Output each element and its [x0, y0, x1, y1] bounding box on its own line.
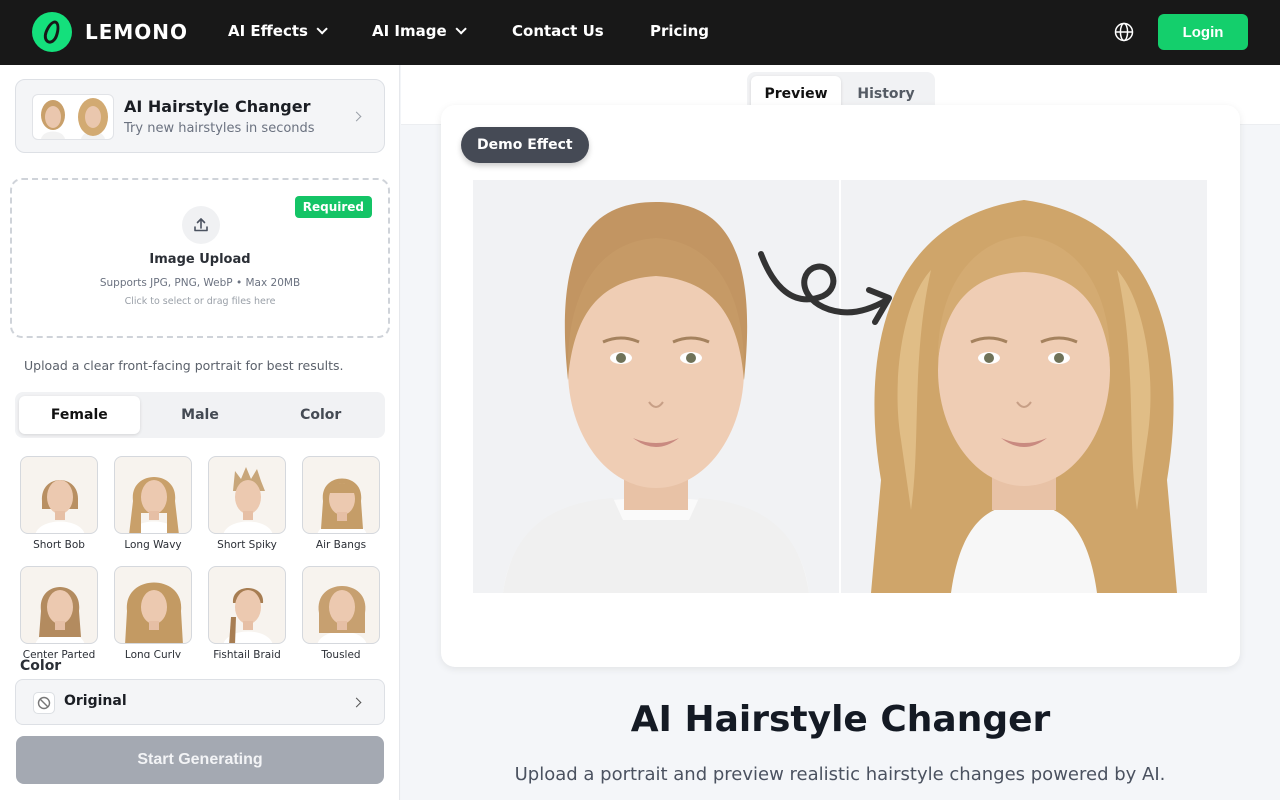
hairstyle-thumbnail	[114, 456, 192, 534]
upload-title: Image Upload	[149, 252, 251, 267]
hairstyle-thumbnail	[208, 456, 286, 534]
login-button[interactable]: Login	[1158, 14, 1248, 50]
color-heading: Color	[20, 658, 62, 674]
hairstyle-option[interactable]: Long Wavy	[114, 456, 192, 551]
no-color-icon	[33, 692, 55, 714]
upload-tip: Upload a clear front-facing portrait for…	[24, 358, 344, 373]
hairstyle-option[interactable]: Fishtail Braid	[208, 566, 286, 658]
page-subtitle: Upload a portrait and preview realistic …	[514, 764, 1166, 785]
nav-contact-us-label: Contact Us	[512, 22, 604, 40]
hairstyle-thumbnail	[20, 566, 98, 644]
left-panel: AI Hairstyle Changer Try new hairstyles …	[0, 65, 400, 800]
demo-effect-badge: Demo Effect	[461, 127, 589, 163]
color-selector[interactable]: Original	[15, 679, 385, 725]
image-upload-dropzone[interactable]: Required Image Upload Supports JPG, PNG,…	[10, 178, 390, 338]
curly-arrow-icon	[758, 251, 892, 325]
chevron-right-icon	[351, 697, 362, 708]
hairstyle-label: Air Bangs	[315, 539, 367, 551]
hairstyle-thumbnail	[302, 456, 380, 534]
brand-logo[interactable]: LEMONO	[32, 12, 188, 52]
upload-formats: Supports JPG, PNG, WebP • Max 20MB	[99, 277, 301, 289]
hairstyle-thumbnail	[114, 566, 192, 644]
nav-pricing[interactable]: Pricing	[650, 22, 709, 40]
color-value: Original	[64, 693, 127, 709]
globe-icon[interactable]	[1114, 22, 1134, 42]
brand-name: LEMONO	[85, 20, 189, 44]
hairstyle-option[interactable]: Long Curly	[114, 566, 192, 658]
hairstyle-thumbnail	[208, 566, 286, 644]
chevron-down-icon	[316, 23, 328, 35]
tab-female[interactable]: Female	[19, 396, 140, 434]
nav-ai-effects-label: AI Effects	[228, 22, 308, 40]
before-image	[473, 180, 839, 593]
hairstyle-label: Short Bob	[33, 539, 85, 551]
hairstyle-label: Short Spiky	[217, 539, 277, 551]
preview-area: Preview History Demo Effect AI Hairstyle…	[401, 65, 1280, 800]
page-title: AI Hairstyle Changer	[630, 699, 1051, 740]
hairstyle-option[interactable]: Short Spiky	[208, 456, 286, 551]
tool-subtitle: Try new hairstyles in seconds	[124, 121, 315, 136]
after-image	[841, 180, 1207, 593]
lemono-logo-icon	[32, 12, 72, 52]
chevron-down-icon	[455, 23, 467, 35]
tool-selector[interactable]: AI Hairstyle Changer Try new hairstyles …	[15, 79, 385, 153]
hairstyle-option[interactable]: Short Bob	[20, 456, 98, 551]
chevron-right-icon	[351, 111, 362, 122]
nav-ai-image[interactable]: AI Image	[372, 22, 467, 40]
hairstyle-label: Long Curly	[124, 649, 182, 658]
tab-color[interactable]: Color	[260, 396, 381, 434]
hairstyle-thumbnail	[302, 566, 380, 644]
upload-icon	[182, 206, 220, 244]
style-category-tabs: Female Male Color	[15, 392, 385, 438]
hairstyle-option[interactable]: Center Parted	[20, 566, 98, 658]
start-generating-button[interactable]: Start Generating	[16, 736, 384, 784]
nav-ai-effects[interactable]: AI Effects	[228, 22, 328, 40]
hairstyle-grid: Short Bob Long Wavy Short Spiky Air Bang…	[20, 456, 382, 658]
tab-male[interactable]: Male	[140, 396, 261, 434]
nav-ai-image-label: AI Image	[372, 22, 447, 40]
demo-before-after-image	[473, 180, 1207, 593]
upload-hint: Click to select or drag files here	[124, 296, 276, 307]
hairstyle-option[interactable]: Tousled	[302, 566, 380, 658]
top-navbar: LEMONO AI Effects AI Image Contact Us Pr…	[0, 0, 1280, 65]
hairstyle-thumbnail	[20, 456, 98, 534]
nav-pricing-label: Pricing	[650, 22, 709, 40]
hairstyle-option[interactable]: Air Bangs	[302, 456, 380, 551]
hairstyle-label: Center Parted	[22, 649, 96, 658]
hairstyle-label: Long Wavy	[124, 539, 182, 551]
required-badge: Required	[294, 196, 372, 218]
hairstyle-label: Tousled	[321, 649, 361, 658]
tool-title: AI Hairstyle Changer	[124, 97, 311, 116]
nav-contact-us[interactable]: Contact Us	[512, 22, 604, 40]
tool-thumbnail	[32, 94, 114, 140]
hairstyle-label: Fishtail Braid	[213, 649, 281, 658]
